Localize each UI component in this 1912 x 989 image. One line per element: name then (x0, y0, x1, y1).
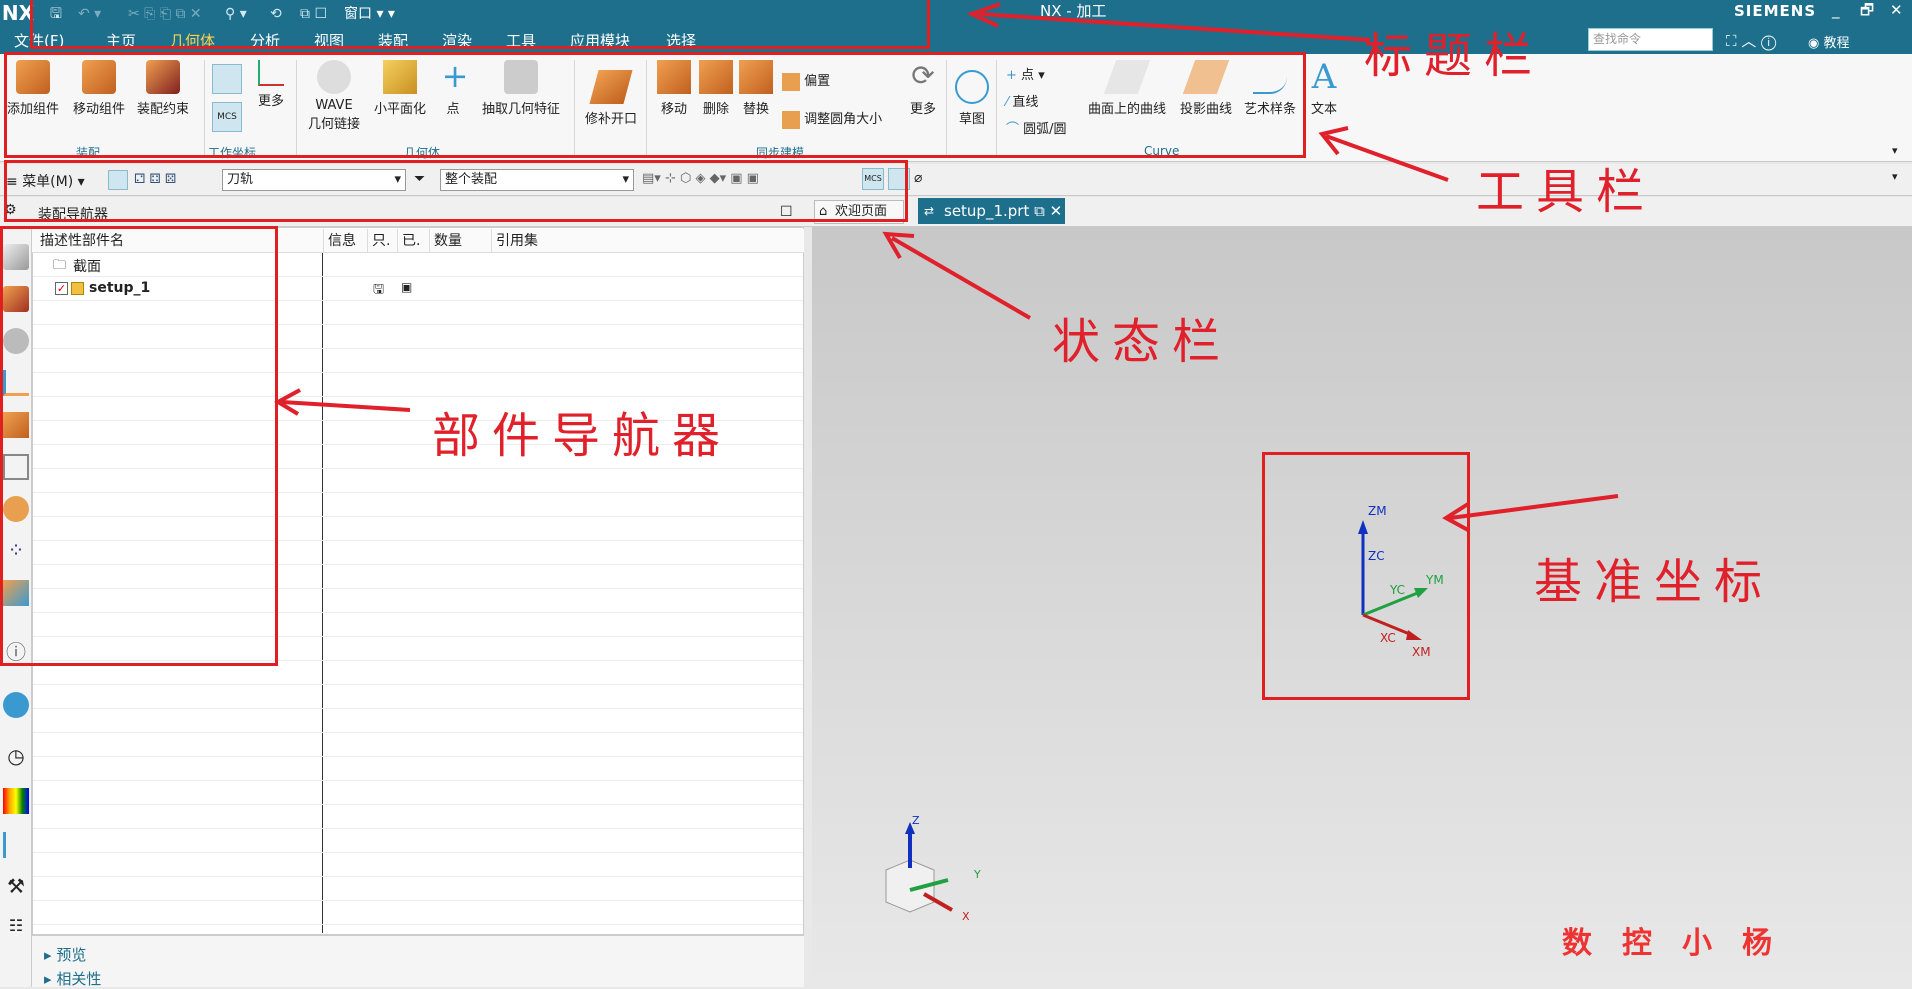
table-row (33, 709, 803, 733)
roles-icon[interactable]: ☷ (3, 916, 29, 942)
dependencies-label: 相关性 (56, 970, 102, 988)
view-x-label: X (962, 910, 970, 923)
preview-panel-toggle[interactable]: ▸ 预览 (44, 944, 86, 965)
view-triad: Z Y X (885, 814, 981, 923)
tab-pin-icon[interactable]: ⧉ (1034, 202, 1045, 220)
hide-icon[interactable]: ⌀ (914, 170, 922, 186)
ribbon-expand-icon[interactable]: ▾ (1892, 144, 1898, 157)
search-input[interactable]: 查找命令 (1588, 28, 1713, 51)
close-button[interactable]: ✕ (1890, 0, 1903, 20)
annotation-datum-csys: 基准坐标 (1534, 554, 1775, 610)
col-modified[interactable]: 已. (397, 229, 429, 253)
view-y-label: Y (973, 868, 981, 881)
history-clock-icon[interactable]: ◷ (3, 744, 29, 770)
palette-icon[interactable] (3, 788, 29, 814)
table-row (33, 757, 803, 781)
web-browser-icon[interactable] (3, 692, 29, 718)
tab-close-icon[interactable]: ✕ (1050, 202, 1063, 220)
help-label: 教程 (1823, 36, 1850, 51)
help-link[interactable]: ◉ 教程 (1808, 32, 1850, 51)
table-row (33, 829, 803, 853)
restore-button[interactable]: 🗗 (1860, 0, 1874, 20)
tools-icon[interactable]: ⚒ (3, 874, 29, 900)
annotation-title-bar: 标题栏 (1364, 28, 1545, 84)
table-row (33, 853, 803, 877)
text-label: 文本 (1310, 102, 1337, 117)
navigator-bottom-panels (32, 935, 804, 987)
toolbar-expand-icon[interactable]: ▾ (1892, 170, 1898, 183)
text-icon: A (1311, 57, 1337, 97)
annotation-part-navigator: 部件导航器 (432, 408, 733, 464)
siemens-brand: SIEMENS (1734, 2, 1817, 20)
analysis-icon[interactable] (3, 832, 29, 858)
minimize-button[interactable]: _ (1832, 0, 1840, 20)
status-bar-highlight (4, 160, 908, 222)
annotation-toolbar: 工具栏 (1476, 164, 1657, 220)
col-info[interactable]: 信息 (323, 229, 367, 253)
modified-status-icon: ▣ (401, 280, 413, 294)
file-tab-label: setup_1.prt (944, 202, 1030, 220)
preview-label: 预览 (56, 946, 87, 964)
save-status-icon: 🖫 (373, 282, 385, 297)
col-reference-set[interactable]: 引用集 (491, 229, 617, 253)
ribbon-controls-icon[interactable]: ⛶ ︿ ⓘ (1726, 30, 1776, 51)
tab-setup-file[interactable]: ⇄ setup_1.prt ⧉ ✕ (918, 198, 1065, 224)
watermark: 数控小杨 (1562, 926, 1802, 961)
table-row (33, 901, 803, 925)
title-bar-highlight (30, 0, 930, 49)
window-title: NX - 加工 (1040, 2, 1107, 20)
view-z-label: Z (912, 814, 920, 827)
table-row (33, 685, 803, 709)
datum-csys-highlight (1262, 452, 1470, 700)
annotation-status-bar: 状态栏 (1052, 314, 1233, 370)
dependencies-panel-toggle[interactable]: ▸ 相关性 (44, 968, 101, 989)
table-row (33, 781, 803, 805)
col-readonly[interactable]: 只. (367, 229, 397, 253)
table-row (33, 877, 803, 901)
part-navigator-highlight (0, 226, 278, 666)
table-row (33, 805, 803, 829)
text-button[interactable]: A 文本 (1304, 60, 1344, 117)
part-file-icon: ⇄ (924, 204, 935, 218)
col-quantity[interactable]: 数量 (429, 229, 491, 253)
toolbar-highlight (4, 52, 1306, 158)
table-row (33, 733, 803, 757)
